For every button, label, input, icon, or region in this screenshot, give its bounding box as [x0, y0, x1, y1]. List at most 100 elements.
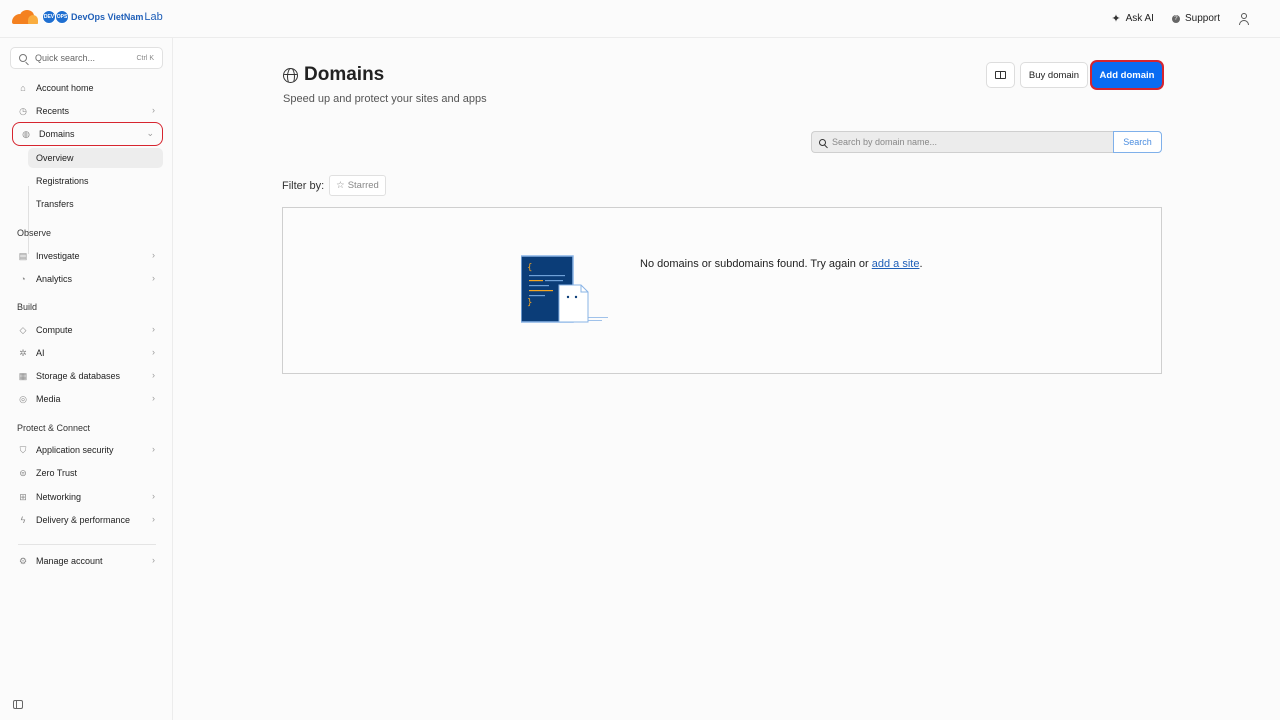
quick-search-input[interactable]: Quick search... Ctrl K — [10, 47, 163, 69]
chevron-right-icon: › — [152, 370, 155, 380]
sidebar-item-label: Registrations — [36, 176, 89, 186]
empty-state-text: No domains or subdomains found. Try agai… — [640, 258, 872, 270]
book-icon — [995, 71, 1006, 79]
star-icon: ☆ — [336, 180, 345, 191]
starred-filter-button[interactable]: ☆ Starred — [329, 175, 386, 196]
domain-search-input[interactable]: Search by domain name... — [811, 131, 1113, 153]
sidebar-item-label: Networking — [36, 492, 82, 502]
sidebar-item-application-security[interactable]: ⛉ Application security › — [10, 440, 163, 460]
user-icon — [1238, 12, 1250, 25]
domain-search-placeholder: Search by domain name... — [832, 137, 938, 147]
support-label: Support — [1184, 13, 1220, 24]
sidebar-item-label: Zero Trust — [36, 468, 78, 478]
shortcut-hint: Ctrl K — [136, 54, 155, 62]
sidebar-item-label: Investigate — [36, 251, 80, 261]
sidebar-item-domains[interactable]: ◍ Domains ⌄ — [12, 122, 163, 146]
sidebar-item-delivery[interactable]: ϟ Delivery & performance › — [10, 510, 163, 530]
sidebar-item-recents[interactable]: ◷ Recents › — [10, 101, 163, 121]
shield-icon: ⛉ — [19, 444, 27, 455]
sidebar-item-analytics[interactable]: ◔ Analytics › — [10, 269, 163, 289]
svg-text:{: { — [527, 263, 532, 273]
page-title: Domains — [304, 64, 385, 85]
ask-ai-label: Ask AI — [1125, 13, 1154, 24]
logo-badge: DEV — [42, 10, 56, 24]
home-icon: ⌂ — [20, 83, 26, 93]
chevron-right-icon: › — [152, 514, 155, 524]
logo-badge: OPS — [55, 10, 69, 24]
add-site-link[interactable]: add a site — [872, 258, 920, 270]
logo[interactable]: DEV OPS DevOps VietNamLab — [10, 10, 163, 24]
sidebar: Quick search... Ctrl K ⌂ Account home ◷ … — [0, 38, 173, 720]
sidebar-item-label: Delivery & performance — [36, 515, 131, 525]
starred-label: Starred — [347, 180, 379, 191]
chevron-right-icon: › — [152, 444, 155, 454]
sidebar-item-compute[interactable]: ◇ Compute › — [10, 320, 163, 340]
sidebar-item-label: Media — [36, 394, 61, 404]
brand-name: DevOps VietNamLab — [71, 11, 163, 23]
zero-trust-icon: ⊜ — [19, 467, 27, 478]
chevron-right-icon: › — [152, 393, 155, 403]
sidebar-item-label: AI — [36, 348, 45, 358]
sidebar-item-investigate[interactable]: ▤ Investigate › — [10, 246, 163, 266]
sidebar-item-overview[interactable]: Overview — [28, 148, 163, 168]
help-icon: ? — [1171, 14, 1180, 23]
sidebar-item-label: Manage account — [36, 556, 103, 566]
ask-ai-button[interactable]: ✦ Ask AI — [1111, 12, 1154, 25]
ai-icon: ✲ — [19, 347, 27, 358]
sidebar-item-label: Analytics — [36, 274, 73, 284]
sidebar-item-registrations[interactable]: Registrations — [10, 171, 163, 191]
chevron-down-icon: ⌄ — [146, 128, 154, 138]
page-header: Domains Speed up and protect your sites … — [283, 64, 487, 105]
chevron-right-icon: › — [152, 273, 155, 283]
user-menu-button[interactable] — [1238, 12, 1250, 25]
sidebar-divider — [18, 544, 156, 545]
sidebar-item-label: Transfers — [36, 199, 74, 209]
section-heading-build: Build — [17, 302, 38, 312]
sidebar-item-ai[interactable]: ✲ AI › — [10, 343, 163, 363]
globe-icon: ◍ — [22, 128, 30, 139]
documentation-button[interactable] — [986, 62, 1015, 88]
media-icon: ◎ — [19, 393, 27, 404]
chevron-right-icon: › — [152, 347, 155, 357]
top-bar: DEV OPS DevOps VietNamLab ✦ Ask AI ? Sup… — [0, 0, 1280, 38]
page-subtitle: Speed up and protect your sites and apps — [283, 93, 487, 105]
cloud-logo-icon — [10, 10, 38, 24]
chevron-right-icon: › — [152, 555, 155, 565]
sidebar-collapse-icon[interactable] — [13, 700, 23, 709]
domains-list-empty-state: { } No domains or subdomains found. Try … — [282, 207, 1162, 374]
support-button[interactable]: ? Support — [1171, 13, 1220, 24]
sidebar-item-label: Recents — [36, 106, 70, 116]
gear-icon: ⚙ — [18, 555, 28, 566]
sidebar-item-account-home[interactable]: ⌂ Account home — [10, 78, 163, 98]
tree-line — [28, 186, 29, 254]
sidebar-item-storage[interactable]: ▦ Storage & databases › — [10, 366, 163, 386]
network-icon: ⊞ — [19, 491, 27, 502]
sidebar-item-label: Application security — [36, 445, 114, 455]
chevron-right-icon: › — [152, 491, 155, 501]
search-icon — [19, 54, 27, 62]
sidebar-item-label: Compute — [36, 325, 73, 335]
empty-state-message: No domains or subdomains found. Try agai… — [640, 258, 923, 270]
sidebar-item-media[interactable]: ◎ Media › — [10, 389, 163, 409]
sidebar-item-label: Storage & databases — [36, 371, 121, 381]
filter-label: Filter by: — [282, 180, 325, 192]
buy-domain-button[interactable]: Buy domain — [1020, 62, 1088, 88]
sidebar-item-networking[interactable]: ⊞ Networking › — [10, 487, 163, 507]
sidebar-item-transfers[interactable]: Transfers — [10, 194, 163, 214]
chevron-right-icon: › — [152, 105, 155, 115]
sparkle-icon: ✦ — [1111, 13, 1121, 25]
lightning-icon: ϟ — [20, 515, 26, 525]
code-icon: ◇ — [19, 324, 27, 335]
pie-chart-icon: ◔ — [20, 274, 26, 284]
chevron-right-icon: › — [152, 324, 155, 334]
top-actions: ✦ Ask AI ? Support — [1111, 12, 1250, 25]
sidebar-item-zero-trust[interactable]: ⊜ Zero Trust — [10, 463, 163, 483]
sidebar-item-manage-account[interactable]: ⚙ Manage account › — [10, 551, 163, 571]
document-search-icon: ▤ — [18, 250, 28, 261]
add-domain-button[interactable]: Add domain — [1092, 62, 1162, 88]
search-button[interactable]: Search — [1113, 131, 1162, 153]
sidebar-item-label: Overview — [36, 153, 74, 163]
section-heading-observe: Observe — [17, 228, 52, 238]
search-icon — [819, 138, 826, 146]
section-heading-protect: Protect & Connect — [17, 423, 91, 433]
